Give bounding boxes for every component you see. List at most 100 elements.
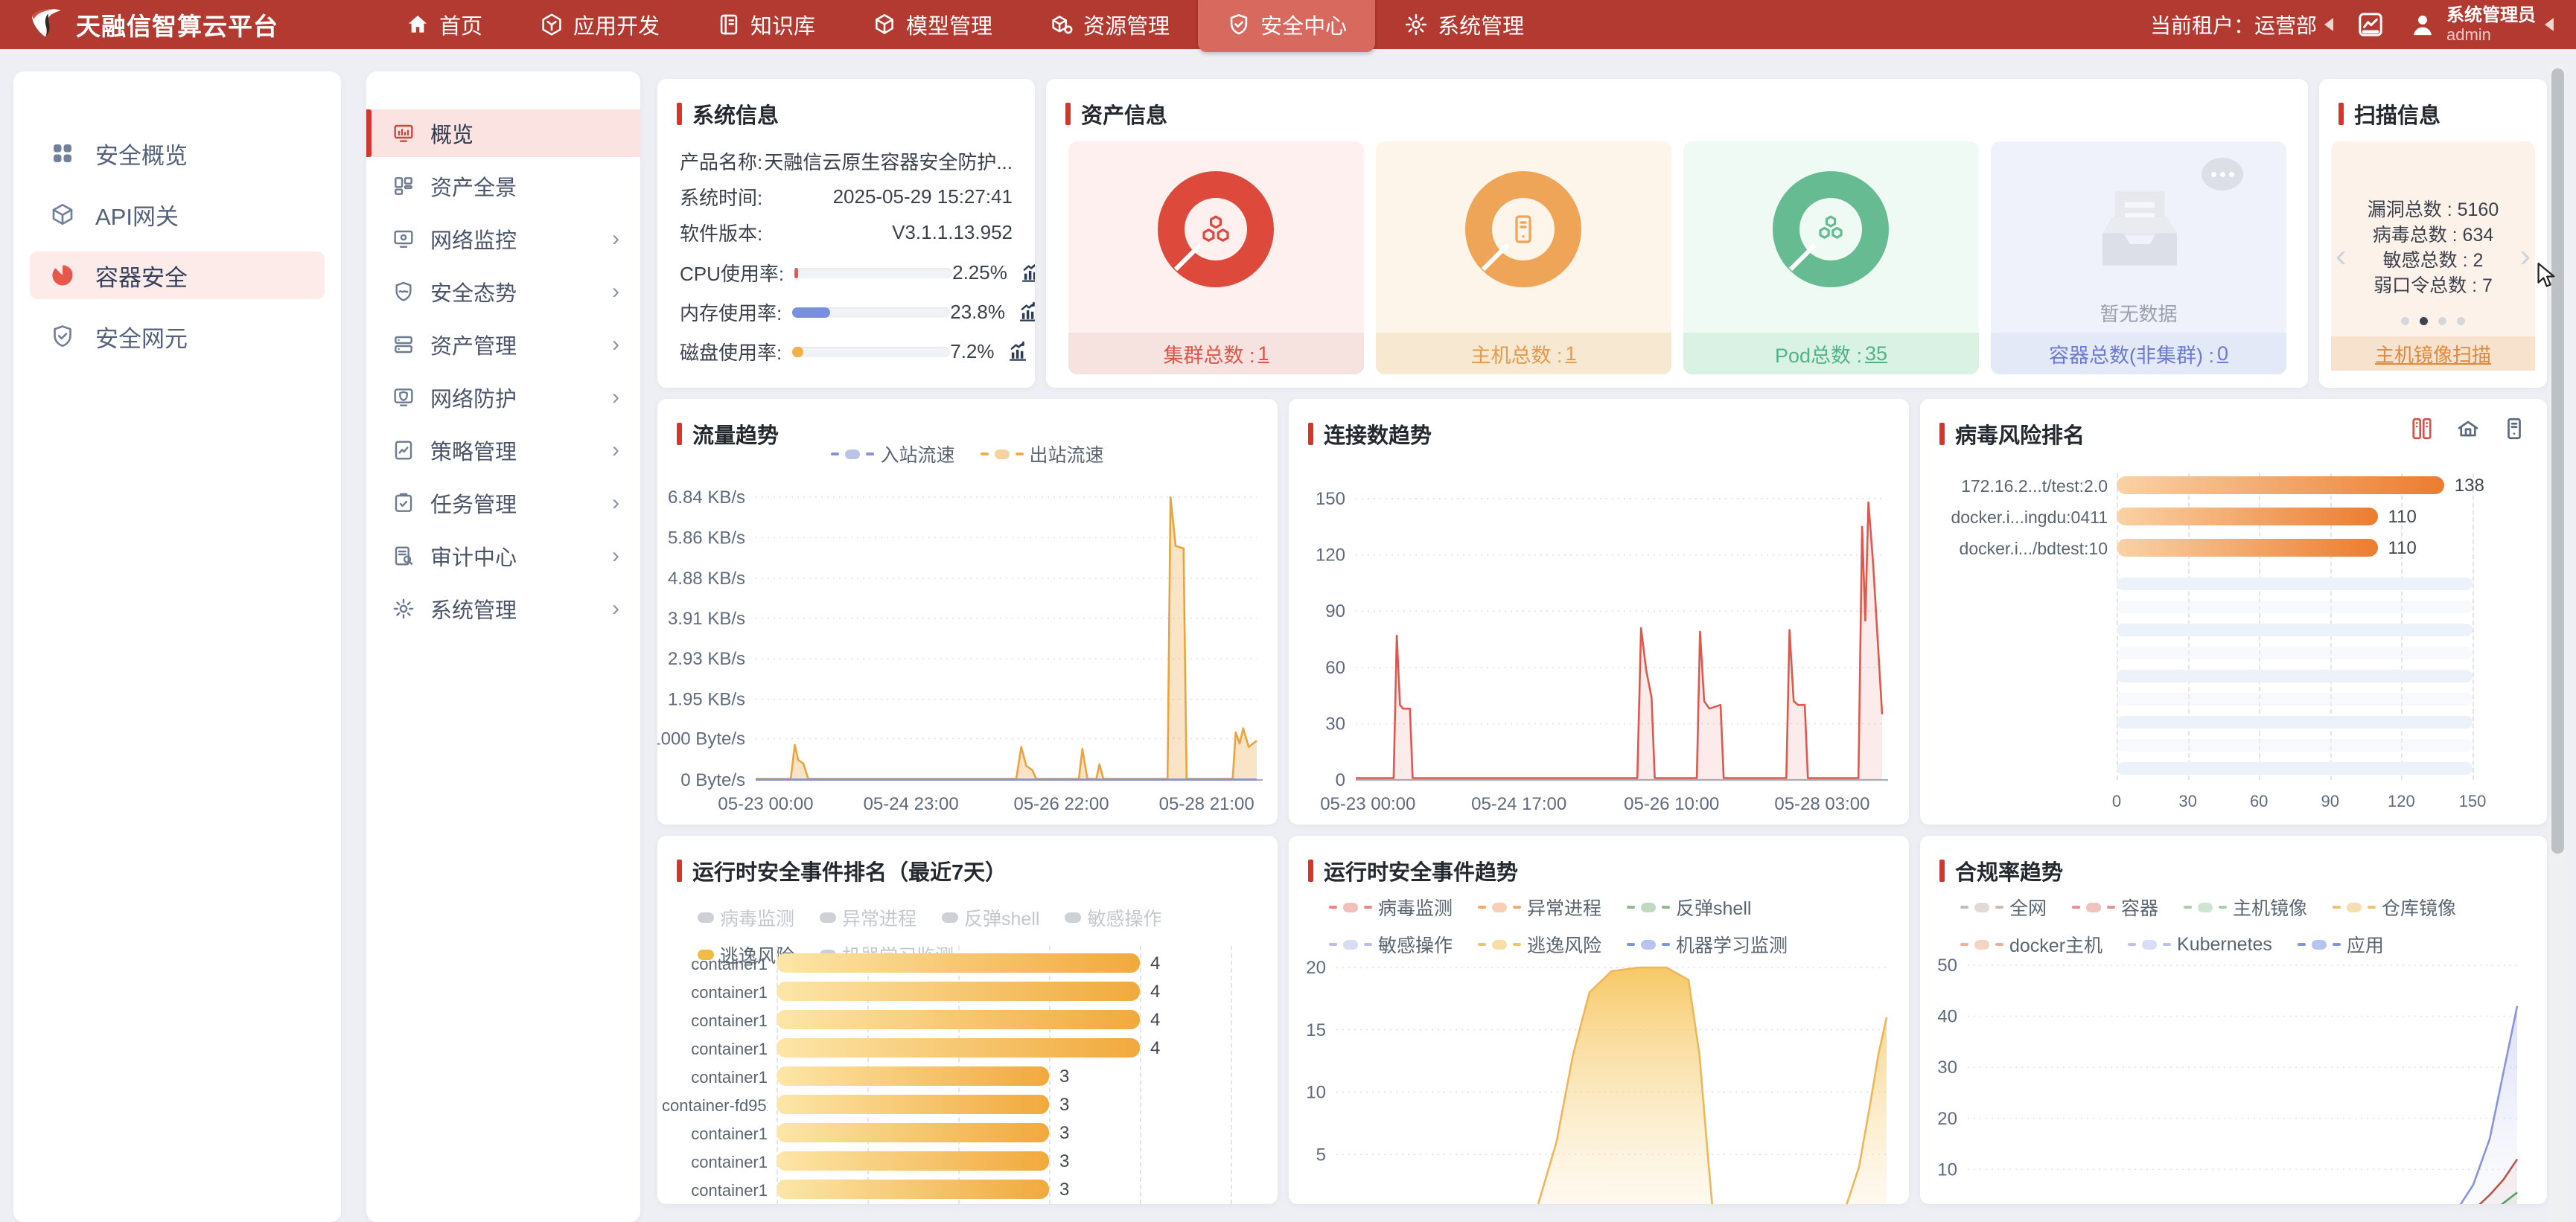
submenu-item-资产管理[interactable]: 资产管理› [366,321,640,368]
tenant-switcher[interactable]: 当前租户：运营部 [2150,10,2333,39]
shield-icon [49,323,76,350]
legend-marker-icon [1995,943,2003,946]
legend-item-病毒监测[interactable]: 病毒监测 [1329,894,1453,921]
carousel-dot[interactable] [2457,317,2465,325]
submenu-item-概览[interactable]: 概览 [366,109,640,157]
legend-item-反弹shell[interactable]: 反弹shell [1627,894,1751,921]
card-title-text: 连接数趋势 [1324,418,1432,450]
asset-tile-value-link[interactable]: 0 [2217,342,2228,365]
stat-chart-icon[interactable] [1007,341,1029,363]
registry-image-icon[interactable] [2455,415,2481,442]
sidebar-item-安全概览[interactable]: 安全概览 [30,129,325,177]
legend-item-主机镜像[interactable]: 主机镜像 [2184,894,2307,921]
submenu-item-任务管理[interactable]: 任务管理› [366,479,640,527]
host-image-scan-link[interactable]: 主机镜像扫描 [2375,340,2491,368]
legend-marker-icon [995,450,1010,459]
legend-item-入站流速[interactable]: 入站流速 [831,441,954,467]
gridline [1140,946,1141,1204]
grid-icon [49,140,76,167]
title-bar-icon [1308,423,1313,445]
nav-item-系统管理[interactable]: 系统管理 [1375,0,1552,49]
asset-icon [392,333,415,356]
nav-item-安全中心[interactable]: 安全中心 [1198,0,1375,52]
legend-label: 全网 [2009,894,2047,921]
chevron-left-icon [2324,18,2333,31]
traffic-trend-card: 流量趋势入站流速出站流速0 Byte/s1000 Byte/s1.95 KB/s… [657,399,1278,825]
submenu-item-系统管理[interactable]: 系统管理› [366,585,640,633]
system-info-row: 系统时间:2025-05-29 15:27:41 [680,183,1013,211]
user-menu[interactable]: 系统管理员 admin [2408,5,2554,45]
legend-item-反弹shell[interactable]: 反弹shell [942,904,1039,931]
sidebar-item-容器安全[interactable]: 容器安全 [30,252,325,299]
legend-item-敏感操作[interactable]: 敏感操作 [1065,904,1161,931]
y-tick-label: 0 [1336,770,1345,790]
system-info-row: 软件版本:V3.1.1.13.952 [680,219,1013,246]
netmon-icon [392,227,415,251]
y-tick-label: 20 [1937,1109,1957,1129]
submenu-item-网络防护[interactable]: 网络防护› [366,374,640,421]
host-view-icon[interactable] [2501,415,2528,442]
scan-info-card: 扫描信息 漏洞总数 : 5160病毒总数 : 634敏感总数 : 2弱口令总数 … [2319,79,2547,388]
bar-value: 138 [2455,476,2484,496]
legend-item-仓库镜像[interactable]: 仓库镜像 [2333,894,2456,921]
carousel-dots [2331,317,2535,325]
usage-value: 7.2% [950,340,994,363]
legend-item-病毒监测[interactable]: 病毒监测 [698,904,794,931]
carousel-dot[interactable] [2438,317,2446,325]
carousel-dot[interactable] [2401,317,2409,325]
sidebar-item-安全网元[interactable]: 安全网元 [30,313,325,360]
submenu-item-label: 网络监控 [430,223,517,255]
chart-plot: 030609012015005-23 00:0005-24 17:0005-26… [1289,473,1909,825]
legend-marker-icon [942,912,958,923]
series-area-主机镜像 [1968,1192,2517,1204]
gear-icon [392,597,415,621]
nav-item-模型管理[interactable]: 模型管理 [844,0,1021,49]
usage-row: 磁盘使用率:7.2% [680,338,1013,365]
sidebar-item-label: 容器安全 [95,259,188,292]
asset-tile-value-link[interactable]: 1 [1257,342,1269,365]
sidebar-item-API网关[interactable]: API网关 [30,191,325,238]
nav-item-label: 模型管理 [906,9,992,40]
asset-tile-label: 集群总数 : [1163,339,1254,368]
nav-item-应用开发[interactable]: 应用开发 [511,0,688,49]
brand-logo-icon [27,4,66,46]
chart-legend: 入站流速 出站流速 [657,441,1278,467]
submenu-item-审计中心[interactable]: 审计中心› [366,532,640,580]
card-title-text: 合规率趋势 [1955,855,2063,886]
resource-icon [1049,12,1074,37]
carousel-next-icon[interactable]: › [2519,240,2531,272]
scrollbar-thumb[interactable] [2551,68,2564,854]
nav-item-首页[interactable]: 首页 [377,0,511,49]
monitor-chart-icon[interactable] [2356,10,2385,39]
carousel-dot[interactable] [2420,317,2428,325]
stat-chart-icon[interactable] [1017,301,1035,324]
carousel-prev-icon[interactable]: ‹ [2336,240,2347,272]
legend-item-异常进程[interactable]: 异常进程 [1478,894,1601,921]
series-line-Kubernetes [1968,1006,2517,1204]
legend-marker-icon [2298,943,2306,946]
asset-tile-value-link[interactable]: 35 [1865,342,1887,365]
submenu-item-资产全景[interactable]: 资产全景 [366,162,640,210]
submenu-item-网络监控[interactable]: 网络监控› [366,215,640,263]
bar-value: 110 [2388,538,2417,559]
legend-label: 病毒监测 [720,904,794,931]
stat-chart-icon[interactable] [1019,262,1035,284]
book-icon [716,12,742,37]
container-view-icon[interactable] [2408,415,2435,442]
bar-label: 172.16.2...t/test:2.0 [1928,476,2108,496]
legend-marker-icon [866,452,874,455]
legend-item-异常进程[interactable]: 异常进程 [820,904,916,931]
legend-item-出站流速[interactable]: 出站流速 [981,441,1104,467]
submenu-item-安全态势[interactable]: 安全态势› [366,268,640,316]
legend-item-全网[interactable]: 全网 [1960,894,2047,921]
nav-item-资源管理[interactable]: 资源管理 [1021,0,1198,49]
legend-item-容器[interactable]: 容器 [2072,894,2158,921]
chevron-right-icon: › [612,333,619,356]
nav-item-知识库[interactable]: 知识库 [688,0,844,49]
donut-chart [1764,162,1898,300]
shield-icon [1226,12,1252,37]
submenu-item-策略管理[interactable]: 策略管理› [366,426,640,474]
asset-tile-value-link[interactable]: 1 [1565,342,1576,365]
empty-row-stripe [2117,739,2473,752]
legend-marker-icon [1960,906,1968,909]
